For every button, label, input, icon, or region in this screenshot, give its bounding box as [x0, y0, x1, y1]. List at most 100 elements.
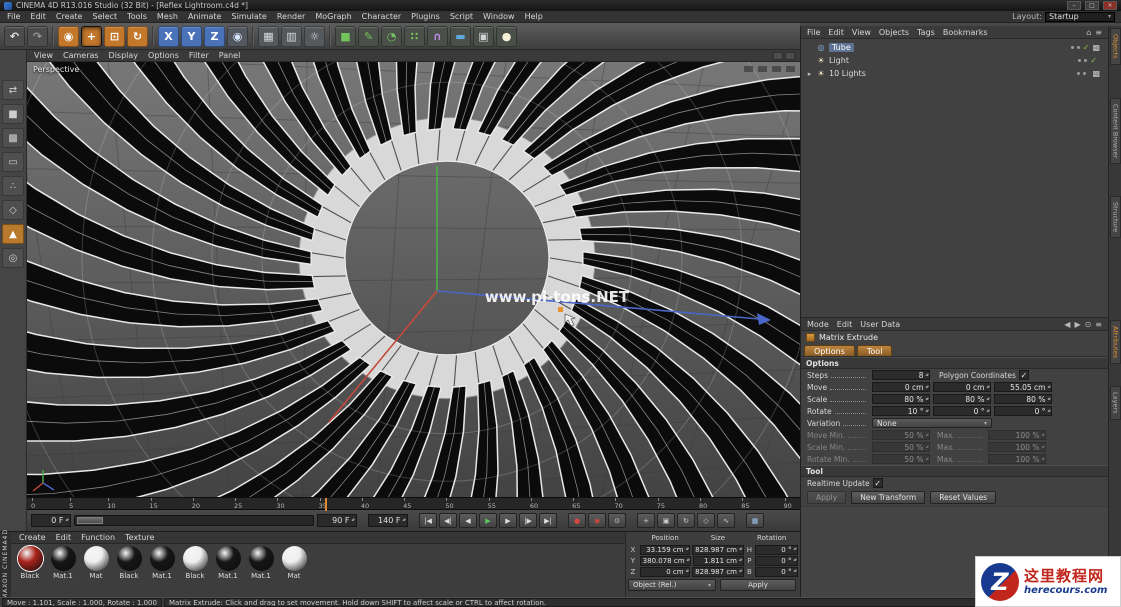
variation-select[interactable]: None▾ — [872, 418, 992, 428]
position-field[interactable]: 33.159 cm▴▾ — [640, 545, 690, 555]
realtime-update-checkbox[interactable]: ✓ — [873, 478, 883, 488]
workplane-mode-icon[interactable]: ▭ — [2, 152, 24, 172]
viewport-menu-item[interactable]: View — [29, 51, 58, 60]
current-frame-field[interactable]: 0 F▴▾ — [31, 514, 71, 527]
move-max-field[interactable]: 100 %▴▾ — [988, 430, 1046, 440]
material-item[interactable]: Black — [15, 546, 45, 580]
material-item[interactable]: Black — [180, 546, 210, 580]
menu-item[interactable]: Help — [520, 12, 548, 21]
array-generator-icon[interactable]: ∷ — [404, 26, 425, 47]
menu-item[interactable]: Create — [51, 12, 88, 21]
timeline-slider-handle[interactable] — [77, 517, 103, 524]
menu-item[interactable]: Character — [357, 12, 407, 21]
record-rotation-toggle[interactable]: ↻ — [677, 513, 695, 528]
scale-x-field[interactable]: 80 %▴▾ — [872, 394, 930, 404]
rotate-max-field[interactable]: 100 %▴▾ — [988, 454, 1046, 464]
y-axis-lock-icon[interactable]: Y — [181, 26, 202, 47]
visibility-dot[interactable] — [1077, 46, 1080, 49]
size-field[interactable]: 828.987 cm▴▾ — [692, 545, 743, 555]
visibility-dot[interactable] — [1084, 59, 1087, 62]
attribute-tab[interactable]: Tool — [857, 345, 893, 356]
object-manager-menu-item[interactable]: File — [803, 28, 824, 37]
spinner-icon[interactable]: ▴▾ — [351, 518, 354, 523]
menu-item[interactable]: Render — [272, 12, 310, 21]
menu-item[interactable]: File — [2, 12, 25, 21]
position-field[interactable]: 380.078 cm▴▾ — [640, 556, 691, 566]
coordinates-apply-button[interactable]: Apply — [720, 579, 796, 591]
record-parameter-toggle[interactable]: ◇ — [697, 513, 715, 528]
spinner-icon[interactable]: ▴▾ — [402, 518, 405, 523]
steps-field[interactable]: 8▴▾ — [872, 370, 930, 380]
viewport-menu-item[interactable]: Filter — [184, 51, 214, 60]
prev-frame-button[interactable]: ◀ — [459, 513, 477, 528]
material-item[interactable]: Mat.1 — [147, 546, 177, 580]
menu-item[interactable]: Select — [87, 12, 122, 21]
texture-tag-icon[interactable]: ▩ — [1092, 43, 1100, 52]
panel-icon[interactable]: ≡ — [1095, 320, 1102, 329]
object-row[interactable]: ☀ Light ✓ — [801, 54, 1108, 67]
record-position-toggle[interactable]: + — [637, 513, 655, 528]
menu-item[interactable]: Window — [478, 12, 520, 21]
rotation-field[interactable]: 0 °▴▾ — [755, 567, 798, 577]
material-menu-item[interactable]: Function — [76, 533, 120, 542]
move-min-field[interactable]: 50 %▴▾ — [872, 430, 930, 440]
attribute-menu-item[interactable]: Mode — [803, 320, 833, 329]
material-menu-item[interactable]: Edit — [51, 533, 77, 542]
attribute-tab[interactable]: Options — [804, 345, 855, 356]
rotate-p-field[interactable]: 0 °▴▾ — [933, 406, 991, 416]
material-item[interactable]: Mat — [279, 546, 309, 580]
object-row[interactable]: ◎ Tube ✓ ▩ — [801, 41, 1108, 54]
rotate-min-field[interactable]: 50 %▴▾ — [872, 454, 930, 464]
spinner-icon[interactable]: ▴▾ — [65, 518, 68, 523]
prev-key-button[interactable]: ◀| — [439, 513, 457, 528]
viewport-config-icon[interactable] — [773, 52, 783, 60]
texture-mode-icon[interactable]: ▩ — [2, 128, 24, 148]
light-object-icon[interactable]: ● — [496, 26, 517, 47]
scale-z-field[interactable]: 80 %▴▾ — [994, 394, 1052, 404]
play-button[interactable]: ▶ — [479, 513, 497, 528]
keyframe-selection-button[interactable]: ⊙ — [608, 513, 626, 528]
next-key-button[interactable]: |▶ — [519, 513, 537, 528]
attribute-menu-item[interactable]: User Data — [856, 320, 904, 329]
rotation-field[interactable]: 0 °▴▾ — [755, 556, 798, 566]
viewport[interactable]: www.pl-tons.NET Perspective — [27, 62, 800, 497]
apply-button[interactable]: Apply — [807, 491, 846, 504]
view-toggle-icon[interactable] — [785, 65, 796, 73]
viewport-menu-item[interactable]: Display — [104, 51, 144, 60]
tab-layers[interactable]: Layers — [1110, 386, 1121, 420]
make-editable-icon[interactable]: ⇄ — [2, 80, 24, 100]
panel-icon[interactable]: ≡ — [1095, 28, 1102, 37]
snap-settings-icon[interactable]: ◎ — [2, 248, 24, 268]
goto-start-button[interactable]: |◀ — [419, 513, 437, 528]
position-field[interactable]: 0 cm▴▾ — [640, 567, 690, 577]
reset-values-button[interactable]: Reset Values — [930, 491, 996, 504]
edges-mode-icon[interactable]: ◇ — [2, 200, 24, 220]
live-selection-icon[interactable]: ◉ — [58, 26, 79, 47]
scale-y-field[interactable]: 80 %▴▾ — [933, 394, 991, 404]
scale-max-field[interactable]: 100 %▴▾ — [988, 442, 1046, 452]
object-manager-menu-item[interactable]: Edit — [824, 28, 848, 37]
next-frame-button[interactable]: ▶ — [499, 513, 517, 528]
viewport-menu-item[interactable]: Cameras — [58, 51, 104, 60]
object-manager-menu-item[interactable]: View — [848, 28, 875, 37]
range-end-field[interactable]: 90 F▴▾ — [317, 514, 357, 527]
timeline-ruler[interactable]: 051015202530354045505560657075808590 — [27, 497, 800, 510]
visibility-dot[interactable] — [1078, 59, 1081, 62]
object-manager-menu-item[interactable]: Bookmarks — [939, 28, 992, 37]
menu-item[interactable]: Mesh — [152, 12, 183, 21]
rotate-b-field[interactable]: 0 °▴▾ — [994, 406, 1052, 416]
points-mode-icon[interactable]: ∴ — [2, 176, 24, 196]
tab-attributes[interactable]: Attributes — [1110, 320, 1121, 364]
rotate-h-field[interactable]: 10 °▴▾ — [872, 406, 930, 416]
texture-tag-icon[interactable]: ▩ — [1092, 69, 1100, 78]
polygon-coordinates-checkbox[interactable]: ✓ — [1019, 370, 1029, 380]
view-toggle-icon[interactable] — [743, 65, 754, 73]
close-button[interactable]: × — [1103, 1, 1117, 10]
size-field[interactable]: 828.987 cm▴▾ — [692, 567, 743, 577]
material-menu-item[interactable]: Create — [14, 533, 51, 542]
move-x-field[interactable]: 0 cm▴▾ — [872, 382, 930, 392]
panel-icon[interactable]: ⌂ — [1086, 28, 1091, 37]
coordinate-mode-select[interactable]: Object (Rel.)▾ — [628, 579, 716, 591]
panel-icon[interactable]: ▶ — [1074, 320, 1080, 329]
panel-icon[interactable]: ⊙ — [1085, 320, 1092, 329]
